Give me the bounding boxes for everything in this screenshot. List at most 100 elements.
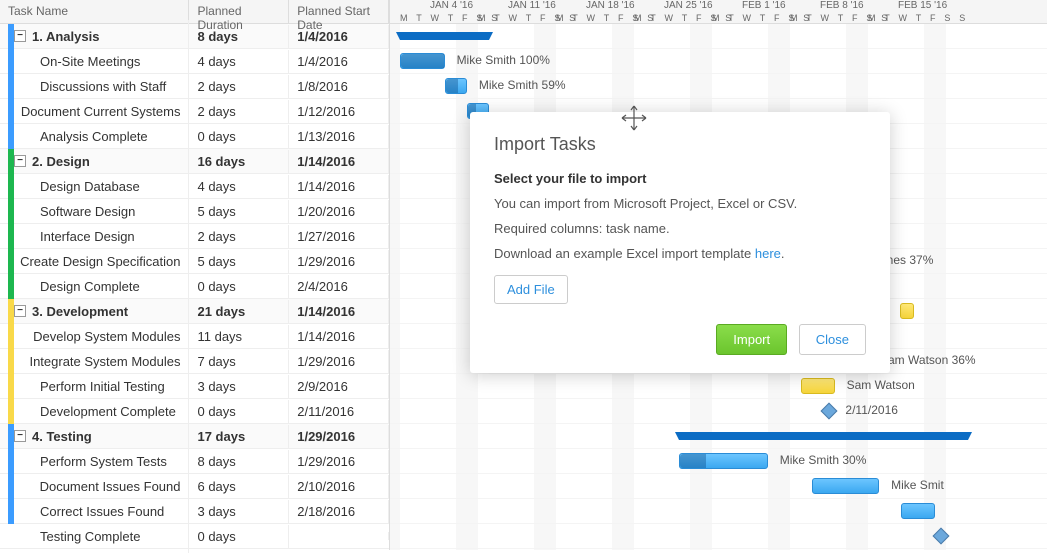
bar-label: Sam Watson 36% [880,353,976,367]
task-bar[interactable] [801,378,834,394]
task-start-date: 1/4/2016 [289,50,389,73]
task-start-date: 1/29/2016 [289,350,389,373]
task-start-date: 1/8/2016 [289,75,389,98]
task-name: Integrate System Modules [29,354,180,369]
task-name: 2. Design [32,154,90,169]
close-button[interactable]: Close [799,324,866,355]
gantt-row: Mike Smith 30% [390,449,1047,474]
task-duration: 16 days [189,150,289,173]
gantt-row [390,424,1047,449]
task-name: Development Complete [40,404,176,419]
task-name: Perform System Tests [40,454,167,469]
bar-label: Mike Smith 100% [457,53,550,67]
table-row[interactable]: Testing Complete 0 days [0,524,389,549]
week-label: JAN 18 '16 [586,0,635,11]
task-duration: 2 days [189,225,289,248]
dialog-text-2: Required columns: task name. [494,221,866,236]
task-name: Develop System Modules [33,329,180,344]
task-name: Design Complete [40,279,140,294]
collapse-icon[interactable]: − [14,430,26,442]
task-duration: 0 days [189,400,289,423]
task-duration: 6 days [189,475,289,498]
task-name: Correct Issues Found [40,504,164,519]
timeline-header: JAN 4 '16M T W T F S S JAN 11 '16M T W T… [390,0,1047,24]
task-name: Document Current Systems [21,104,181,119]
task-start-date: 2/11/2016 [289,400,389,423]
task-name: Document Issues Found [40,479,181,494]
summary-bar[interactable] [679,432,968,440]
task-name: Design Database [40,179,140,194]
milestone-icon[interactable] [821,403,838,420]
bar-label: Mike Smith 30% [780,453,867,467]
task-bar[interactable] [901,503,934,519]
bar-label: Mike Smith 59% [479,78,566,92]
task-bar[interactable] [679,453,768,469]
week-label: JAN 4 '16 [430,0,473,11]
task-duration: 21 days [189,300,289,323]
dialog-title: Import Tasks [494,134,866,155]
import-button[interactable]: Import [716,324,787,355]
day-labels: M T W T F S S [868,13,968,23]
collapse-icon[interactable]: − [14,30,26,42]
task-start-date: 2/9/2016 [289,375,389,398]
task-duration: 2 days [189,75,289,98]
milestone-icon[interactable] [932,528,949,545]
task-start-date: 1/14/2016 [289,300,389,323]
gantt-row: Sam Watson [390,374,1047,399]
gantt-row: Mike Smit [390,474,1047,499]
task-name: Perform Initial Testing [40,379,165,394]
gantt-row [390,24,1047,49]
task-name: 1. Analysis [32,29,99,44]
task-bar[interactable] [445,78,467,94]
dialog-text-1: You can import from Microsoft Project, E… [494,196,866,211]
task-duration: 0 days [189,275,289,298]
task-name: Software Design [40,204,135,219]
category-color [8,524,14,549]
task-start-date: 1/14/2016 [289,175,389,198]
task-bar[interactable] [812,478,879,494]
bar-label: 2/11/2016 [845,403,898,417]
import-tasks-dialog: Import Tasks Select your file to import … [470,112,890,373]
task-start-date: 1/20/2016 [289,200,389,223]
task-start-date: 1/29/2016 [289,250,389,273]
task-duration: 7 days [189,350,289,373]
task-duration: 0 days [189,125,289,148]
task-start-date: 2/18/2016 [289,500,389,523]
task-name: Testing Complete [40,529,140,544]
task-duration: 17 days [189,425,289,448]
task-start-date: 1/4/2016 [289,25,389,48]
bar-label: Mike Smit [891,478,944,492]
task-name: 4. Testing [32,429,92,444]
task-duration: 4 days [189,175,289,198]
task-duration: 0 days [189,525,289,548]
week-label: JAN 11 '16 [508,0,556,11]
task-name: Create Design Specification [20,254,180,269]
col-header-start[interactable]: Planned Start Date [289,0,389,23]
bar-label: Sam Watson [847,378,915,392]
task-start-date: 2/4/2016 [289,275,389,298]
collapse-icon[interactable]: − [14,305,26,317]
gantt-row [390,524,1047,549]
task-bar[interactable] [900,303,914,319]
gantt-row [390,499,1047,524]
task-name: Discussions with Staff [40,79,166,94]
week-label: FEB 1 '16 [742,0,786,11]
task-grid: Task Name Planned Duration Planned Start… [0,0,390,550]
gantt-row: 2/11/2016 [390,399,1047,424]
task-bar[interactable] [400,53,445,69]
week-label: JAN 25 '16 [664,0,713,11]
task-duration: 4 days [189,50,289,73]
task-duration: 5 days [189,250,289,273]
gantt-row: Mike Smith 59% [390,74,1047,99]
task-start-date: 1/13/2016 [289,125,389,148]
template-link[interactable]: here [755,246,781,261]
task-start-date: 1/14/2016 [289,150,389,173]
task-name: Analysis Complete [40,129,148,144]
task-name: Interface Design [40,229,135,244]
add-file-button[interactable]: Add File [494,275,568,304]
task-name: 3. Development [32,304,128,319]
task-start-date: 1/14/2016 [289,325,389,348]
summary-bar[interactable] [400,32,489,40]
col-header-duration[interactable]: Planned Duration [189,0,289,23]
collapse-icon[interactable]: − [14,155,26,167]
